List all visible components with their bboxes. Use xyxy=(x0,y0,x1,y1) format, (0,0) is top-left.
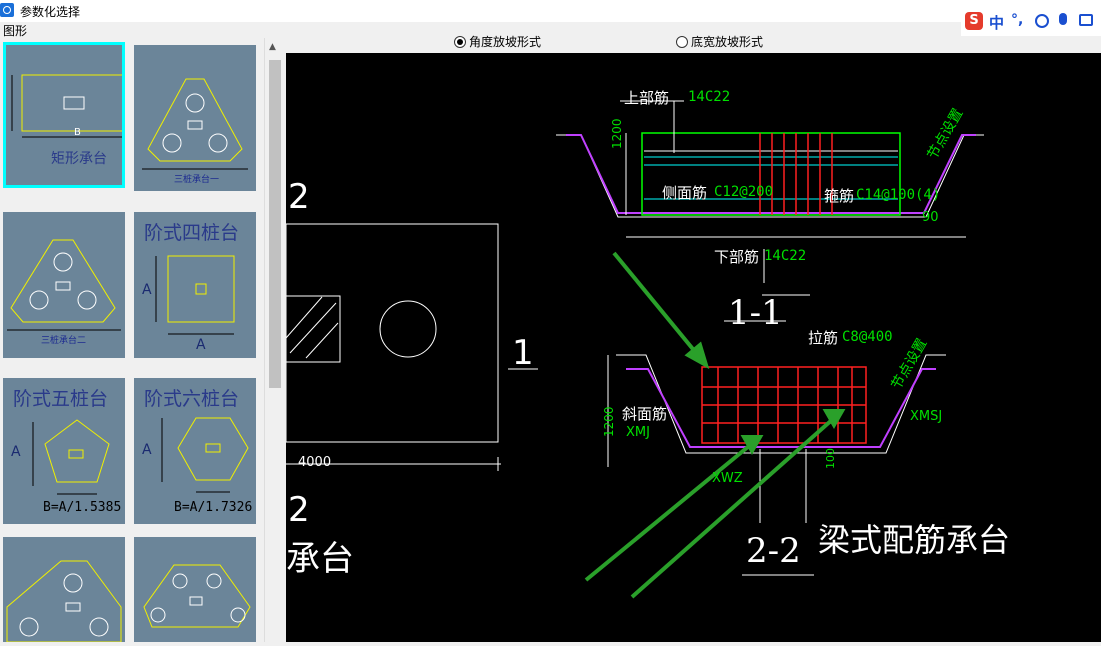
dim-a-label: A xyxy=(11,444,21,460)
section-mark-top: 2 xyxy=(288,177,310,217)
side-bar-spec: C12@200 xyxy=(714,184,774,200)
thumb-label: 阶式五桩台 xyxy=(13,388,109,410)
thumb-label: 阶式六桩台 xyxy=(144,388,240,410)
thumb-pentagon-pile[interactable] xyxy=(134,537,256,642)
side-bar-label: 侧面筋 xyxy=(662,184,708,202)
top-bar-label: 上部筋 xyxy=(624,89,670,107)
section-mark-bottom: 2 xyxy=(288,490,310,530)
height-2-2: 1200 xyxy=(602,406,616,437)
tie-bar-spec: C8@400 xyxy=(842,329,893,345)
formula-label: B=A/1.7326 xyxy=(174,500,253,515)
title-bar: 参数化选择 xyxy=(0,0,1101,22)
formula-label: B=A/1.5385 xyxy=(43,500,122,515)
shapes-panel-label: 图形 xyxy=(3,24,28,38)
window-title: 参数化选择 xyxy=(20,5,81,19)
tools-icon[interactable] xyxy=(1079,14,1093,26)
tie-bar-label: 拉筋 xyxy=(808,329,839,347)
dim-b-label: A xyxy=(196,337,206,353)
angle-label: 90 xyxy=(922,210,939,225)
scroll-up-icon[interactable]: ▲ xyxy=(269,42,276,52)
plan-caption: 承台 xyxy=(286,539,354,579)
thumb-label: 三桩承台一 xyxy=(174,175,220,185)
option-bottom-width-slope[interactable]: 底宽放坡形式 xyxy=(676,33,763,50)
slope-bar-label: 斜面筋 xyxy=(622,405,668,423)
rect-cap-dim: B xyxy=(74,127,81,138)
stirrup-spec: C14@100(4) xyxy=(856,187,941,203)
thumb-trapezoid-pile[interactable] xyxy=(3,537,125,643)
pentagon-pile-preview-icon xyxy=(143,564,251,628)
thumb-rect-cap[interactable]: B 矩形承台 xyxy=(3,42,127,188)
stirrup-label: 箍筋 xyxy=(824,187,855,205)
radio-unchecked-icon[interactable] xyxy=(676,35,688,48)
thumb-step-four-pile[interactable]: 阶式四桩台 A A xyxy=(134,212,256,358)
sogou-logo-icon[interactable]: S xyxy=(965,12,983,30)
thumb-step-five-pile[interactable]: 阶式五桩台 A B=A/1.5385 xyxy=(3,378,125,524)
xmj-label: XMJ xyxy=(626,425,650,440)
option-label: 底宽放坡形式 xyxy=(691,35,764,49)
xwz-label: XWZ xyxy=(712,471,743,486)
ime-punct-toggle[interactable]: °, xyxy=(1011,12,1023,28)
cad-preview: 2 1 4000 2 承台 上部筋 14C22 1200 侧面筋 C12@200… xyxy=(286,53,1101,642)
plan-dimension: 4000 xyxy=(298,455,332,470)
bottom-bar-spec: 14C22 xyxy=(764,248,807,264)
thumb-step-six-pile[interactable]: 阶式六桩台 A B=A/1.7326 xyxy=(134,378,256,524)
thumb-three-pile-1[interactable]: 三桩承台一 xyxy=(134,45,256,191)
option-label: 角度放坡形式 xyxy=(469,35,542,49)
height-1-1: 1200 xyxy=(610,118,624,149)
annotation-caption: 梁式配筋承台 xyxy=(818,521,1011,559)
xmsj-label: XMSJ xyxy=(910,409,943,424)
radio-checked-icon[interactable] xyxy=(454,35,466,48)
slope-option-bar: 角度放坡形式 底宽放坡形式 xyxy=(284,30,1101,52)
gallery-scrollbar[interactable]: ▲ xyxy=(264,38,285,642)
bottom-bar-label: 下部筋 xyxy=(714,248,760,266)
top-bar-spec: 14C22 xyxy=(688,89,731,105)
thumb-label: 三桩承台二 xyxy=(41,336,87,346)
scroll-thumb[interactable] xyxy=(269,60,281,388)
dim-a-label: A xyxy=(142,282,152,298)
thumb-label: 阶式四桩台 xyxy=(144,222,240,244)
option-angle-slope[interactable]: 角度放坡形式 xyxy=(454,33,541,50)
small-dim-2-2: 100 xyxy=(824,448,837,469)
section-title-2-2: 2-2 xyxy=(746,531,801,571)
dim-a-label: A xyxy=(142,442,152,458)
thumb-three-pile-2[interactable]: 三桩承台二 xyxy=(3,212,125,358)
app-icon xyxy=(0,3,14,17)
emoji-icon[interactable] xyxy=(1035,14,1049,28)
thumb-label: 矩形承台 xyxy=(51,151,107,167)
trapezoid-pile-preview-icon xyxy=(6,560,122,643)
shape-gallery: B 矩形承台 三桩承台一 三桩承台二 阶式四桩台 A A 阶式五桩台 A B=A… xyxy=(0,38,264,643)
section-mark-right: 1 xyxy=(512,333,534,373)
section-title-1-1: 1-1 xyxy=(728,293,783,333)
microphone-icon[interactable] xyxy=(1059,13,1067,25)
three-pile-cap-preview-icon xyxy=(142,78,248,170)
